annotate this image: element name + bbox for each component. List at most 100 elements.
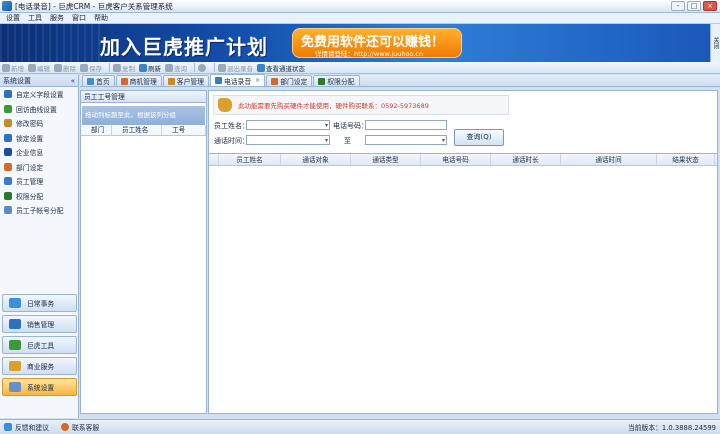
column-header[interactable]: 结果状态 [657,154,715,165]
employee-label: 员工姓名： [214,122,249,130]
menu-service[interactable]: 服务 [50,13,64,23]
promo-banner[interactable]: 加入巨虎推广计划 免费用软件还可以赚钱！ 详情请登陆：http://www.ju… [0,24,720,62]
call-time-to[interactable]: ▾ [365,135,447,145]
nav-icon [9,340,21,350]
menu-help[interactable]: 帮助 [94,13,108,23]
nav-icon [9,298,21,308]
banner-promo[interactable]: 免费用软件还可以赚钱！ 详情请登陆：http://www.juuhoo.cn [292,28,462,58]
minimize-button[interactable]: - [671,1,685,11]
sidebar-item[interactable]: 修改密码 [0,116,78,131]
sidebar-item-icon [4,177,12,186]
new-button[interactable]: 新增 [2,63,24,73]
delete-button[interactable]: 删除 [54,63,76,73]
maximize-button[interactable]: □ [687,1,701,11]
call-record-grid: 员工姓名 通话对象 通话类型 电话号码 通话时长 通话时间 结果状态 [209,153,717,415]
row-indicator-column [209,154,219,165]
column-header[interactable]: 通话类型 [351,154,421,165]
column-header[interactable]: 工号 [162,125,206,135]
tab[interactable]: 商机管理 [115,75,162,86]
sidebar-item-icon [4,90,12,99]
support-link[interactable]: 联系客服 [60,422,99,432]
tab-icon [214,77,222,84]
sidebar-item[interactable]: 锁定设置 [0,131,78,146]
support-icon [60,423,69,431]
menu-bar: 设置 工具 服务 窗口 帮助 [0,13,720,24]
close-button[interactable]: × [703,1,717,11]
query-button[interactable]: 查询(Q) [454,129,504,146]
sidebar-header: 系统设置 « [0,75,78,87]
tab[interactable]: 客户管理 [162,75,209,86]
nav-button[interactable]: 商业服务 [2,357,77,375]
refresh-button[interactable]: 刷新 [139,63,161,73]
edit-icon [28,63,36,72]
close-tab-icon[interactable]: × [255,77,260,84]
tab[interactable]: 部门设定 [266,75,313,86]
sidebar-item-icon [4,148,12,157]
search-button[interactable]: 查询 [165,63,187,73]
column-header[interactable]: 员工姓名 [219,154,281,165]
sidebar-item[interactable]: 回访曲线设置 [0,102,78,117]
employee-columns: 部门 员工姓名 工号 [81,125,206,136]
employee-panel-title: 员工工号管理 [81,91,206,103]
tab-icon [87,77,94,85]
employee-panel: 员工工号管理 拖动列标题至此，根据该列分组 部门 员工姓名 工号 [80,90,207,414]
column-header[interactable]: 通话时长 [491,154,561,165]
nav-button[interactable]: 日常事务 [2,294,77,312]
sidebar-item[interactable]: 自定义字段设置 [0,87,78,102]
sidebar-item[interactable]: 部门设定 [0,160,78,175]
sidebar-item[interactable]: 员工管理 [0,174,78,189]
nav-button[interactable]: 销售管理 [2,315,77,333]
column-header[interactable]: 通话对象 [281,154,351,165]
grid-header: 员工姓名 通话对象 通话类型 电话号码 通话时长 通话时间 结果状态 [209,154,717,166]
version-text: 当前版本：1.0.3888.24599 [627,424,716,432]
tab[interactable]: 首页 [82,75,115,86]
call-time-from[interactable]: ▾ [246,135,330,145]
nav-button[interactable]: 巨虎工具 [2,336,77,354]
edit-button[interactable]: 编辑 [28,63,50,73]
sidebar-title: 系统设置 [3,77,31,85]
call-time-label: 通话时间： [214,137,249,145]
sidebar-item-icon [4,133,12,142]
toolbar-separator [214,63,215,72]
sidebar-item[interactable]: 权限分配 [0,189,78,204]
call-recording-panel: 此功能需要先购买硬件才能使用，硬件购买联系：0592-5973689 员工姓名：… [208,90,718,414]
save-button[interactable]: 保存 [80,63,102,73]
sidebar-items: 自定义字段设置 回访曲线设置 修改密码 锁定设置 企业信息 部门设定 员工管理 权限分配 员工子… [0,87,78,218]
channel-icon [257,63,265,72]
feedback-link[interactable]: 反馈和建议 [4,422,49,432]
group-by-hint[interactable]: 拖动列标题至此，根据该列分组 [82,106,205,125]
chevron-down-icon: ▾ [441,137,445,144]
toolbar-separator [194,63,195,72]
collapse-icon[interactable]: « [71,75,75,86]
copy-button[interactable]: 复制 [113,63,135,73]
tab[interactable]: 电话录音 × [209,74,266,86]
window-title: [电话录音] - 巨虎CRM - 巨虎客户关系管理系统 [15,1,173,11]
nav-icon [9,361,21,371]
new-icon [2,63,10,72]
tab[interactable]: 权限分配 [313,75,360,86]
sidebar-item[interactable]: 员工子帐号分配 [0,203,78,218]
column-header[interactable]: 电话号码 [421,154,491,165]
menu-window[interactable]: 窗口 [72,13,86,23]
tab-icon [120,77,128,85]
banner-decoration [0,24,100,62]
stop-recording-button[interactable]: 退出录音 [218,63,253,73]
help-button[interactable] [198,63,207,72]
banner-close-tab[interactable]: 关闭 [710,24,720,62]
sidebar-item-icon [4,191,12,200]
promo-subtitle: 详情请登陆：http://www.juuhoo.cn [315,50,424,58]
column-header[interactable]: 员工姓名 [112,125,162,135]
menu-tools[interactable]: 工具 [28,13,42,23]
employee-select[interactable]: ▾ [246,120,330,130]
menu-settings[interactable]: 设置 [6,13,20,23]
sidebar-item-icon [4,104,12,113]
sidebar-item[interactable]: 企业信息 [0,145,78,160]
sidebar-item-icon [4,206,12,215]
tab-icon [167,77,175,85]
column-header[interactable]: 部门 [81,125,112,135]
phone-input[interactable] [365,120,447,130]
search-icon [165,63,173,72]
nav-button[interactable]: 系统设置 [2,378,77,396]
channel-status-button[interactable]: 查看通道状态 [257,63,305,73]
column-header[interactable]: 通话时间 [561,154,657,165]
